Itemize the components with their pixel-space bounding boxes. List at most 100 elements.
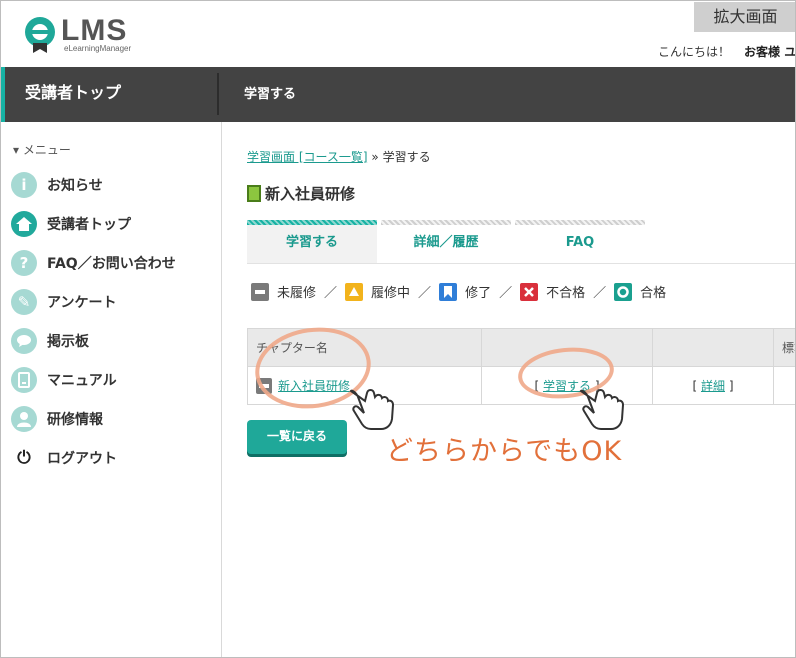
navbar-item-study[interactable]: 学習する — [244, 67, 296, 122]
course-title-text: 新入社員研修 — [265, 185, 356, 203]
detail-link[interactable]: 詳細 — [701, 379, 725, 393]
lms-logo[interactable]: LMS eLearningManager — [23, 15, 163, 57]
legend-passed: 合格 — [614, 282, 666, 301]
chapter-cell: 新入社員研修 — [247, 366, 482, 405]
sidebar-item-label: 受講者トップ — [47, 217, 131, 233]
not-started-icon — [256, 378, 272, 395]
header: LMS eLearningManager 拡大画面 こんにちは！ お客様 ユーザ — [1, 1, 795, 67]
breadcrumb-current: 学習する — [382, 150, 431, 164]
sidebar-item-label: 掲示板 — [47, 334, 89, 350]
tab-details-history[interactable]: 詳細／履歴 — [381, 220, 511, 264]
greeting-text: こんにちは！ — [658, 45, 731, 59]
legend-failed: 不合格 — [520, 282, 585, 301]
sidebar: ▾ メニュー i お知らせ 受講者トップ ? FAQ／お問い合わせ ✎ アンケー… — [1, 122, 222, 657]
bracket-close: ] — [725, 379, 734, 393]
home-icon — [11, 211, 37, 237]
sidebar-item-logout[interactable]: ⏻ ログアウト — [11, 443, 117, 473]
manual-icon — [11, 367, 37, 393]
tab-stripe — [381, 220, 511, 225]
tab-label: FAQ — [565, 235, 595, 250]
status-legend: 未履修 ／ 履修中 ／ 修了 ／ 不合格 ／ 合格 — [251, 282, 666, 301]
top-navbar: 受講者トップ 学習する — [1, 67, 795, 122]
tab-study[interactable]: 学習する — [247, 220, 377, 264]
column-header-detail — [652, 328, 774, 367]
tab-bar: 学習する 詳細／履歴 FAQ — [247, 220, 795, 264]
passed-icon — [614, 282, 633, 301]
column-header-study — [481, 328, 653, 367]
column-header-chapter: チャプター名 — [247, 328, 482, 367]
sidebar-item-manual[interactable]: マニュアル — [11, 365, 117, 395]
user-icon — [11, 406, 37, 432]
logo-icon — [25, 17, 55, 53]
tab-stripe — [247, 220, 377, 225]
in-progress-icon — [345, 282, 364, 301]
table-row: 新入社員研修 [ 学習する ] [ 詳細 ] — [247, 366, 795, 405]
failed-icon — [520, 282, 539, 301]
logo-subtitle: eLearningManager — [64, 44, 132, 53]
app-window: LMS eLearningManager 拡大画面 こんにちは！お客様 ユーザ … — [0, 0, 796, 658]
legend-separator: ／ — [499, 286, 513, 301]
sidebar-item-top[interactable]: 受講者トップ — [11, 209, 131, 239]
tab-label: 学習する — [285, 235, 338, 250]
sidebar-item-label: 研修情報 — [47, 412, 103, 428]
legend-in-progress: 履修中 — [345, 282, 410, 301]
sidebar-item-faq[interactable]: ? FAQ／お問い合わせ — [11, 248, 176, 278]
annotation-text: どちらからでもOK — [386, 436, 623, 467]
legend-separator: ／ — [418, 286, 432, 301]
info-icon: i — [11, 172, 37, 198]
navbar-accent — [1, 67, 5, 122]
completed-icon — [439, 282, 458, 301]
sidebar-item-board[interactable]: 掲示板 — [11, 326, 89, 356]
power-icon: ⏻ — [17, 448, 31, 468]
greeting: こんにちは！ お客様 ユーザ — [658, 43, 795, 60]
book-icon — [247, 185, 261, 202]
legend-label: 履修中 — [371, 286, 411, 301]
standard-cell — [773, 366, 795, 405]
chat-icon — [11, 328, 37, 354]
sidebar-item-training-info[interactable]: 研修情報 — [11, 404, 103, 434]
breadcrumb-link-course-list[interactable]: 学習画面 [コース一覧] — [247, 150, 368, 164]
study-cell: [ 学習する ] — [481, 366, 653, 405]
sidebar-item-label: アンケート — [47, 295, 117, 311]
back-to-list-button[interactable]: 一覧に戻る — [247, 420, 347, 454]
question-icon: ? — [11, 250, 37, 276]
sidebar-item-survey[interactable]: ✎ アンケート — [11, 287, 116, 317]
sidebar-item-label: マニュアル — [47, 373, 117, 389]
logo-text: LMS — [61, 14, 128, 47]
legend-label: 不合格 — [546, 286, 586, 301]
legend-completed: 修了 — [439, 282, 491, 301]
legend-label: 修了 — [465, 286, 492, 301]
bracket-close: ] — [591, 379, 600, 393]
menu-heading[interactable]: ▾ メニュー — [13, 141, 71, 158]
page-title: 新入社員研修 — [247, 183, 355, 204]
zoom-view-button[interactable]: 拡大画面 — [694, 2, 795, 32]
legend-separator: ／ — [593, 286, 607, 301]
sidebar-item-label: ログアウト — [47, 451, 117, 467]
sidebar-item-label: FAQ／お問い合わせ — [47, 256, 176, 272]
sidebar-item-news[interactable]: i お知らせ — [11, 170, 103, 200]
legend-label: 合格 — [640, 286, 667, 301]
tab-label: 詳細／履歴 — [413, 235, 479, 250]
breadcrumb: 学習画面 [コース一覧] » 学習する — [247, 148, 431, 165]
legend-not-started: 未履修 — [251, 282, 316, 301]
table-header-row: チャプター名 標準 — [247, 328, 795, 367]
bracket-open: [ — [534, 379, 543, 393]
tab-underline — [247, 263, 795, 264]
not-started-icon — [251, 282, 269, 301]
column-header-standard: 標準 — [773, 328, 795, 367]
sidebar-item-label: お知らせ — [47, 178, 103, 194]
chapter-link[interactable]: 新入社員研修 — [278, 379, 350, 393]
detail-cell: [ 詳細 ] — [652, 366, 774, 405]
legend-label: 未履修 — [277, 286, 317, 301]
pencil-icon: ✎ — [11, 289, 37, 315]
tab-stripe — [515, 220, 645, 225]
breadcrumb-separator: » — [367, 150, 383, 164]
tab-faq[interactable]: FAQ — [515, 220, 645, 264]
user-name[interactable]: お客様 ユーザ — [744, 45, 795, 59]
chapter-table: チャプター名 標準 新入社員研修 [ 学習する ] [ 詳細 ] — [247, 328, 795, 405]
navbar-title[interactable]: 受講者トップ — [25, 67, 121, 122]
legend-separator: ／ — [324, 286, 338, 301]
navbar-divider — [217, 73, 219, 115]
bracket-open: [ — [692, 379, 701, 393]
study-link[interactable]: 学習する — [543, 379, 591, 393]
